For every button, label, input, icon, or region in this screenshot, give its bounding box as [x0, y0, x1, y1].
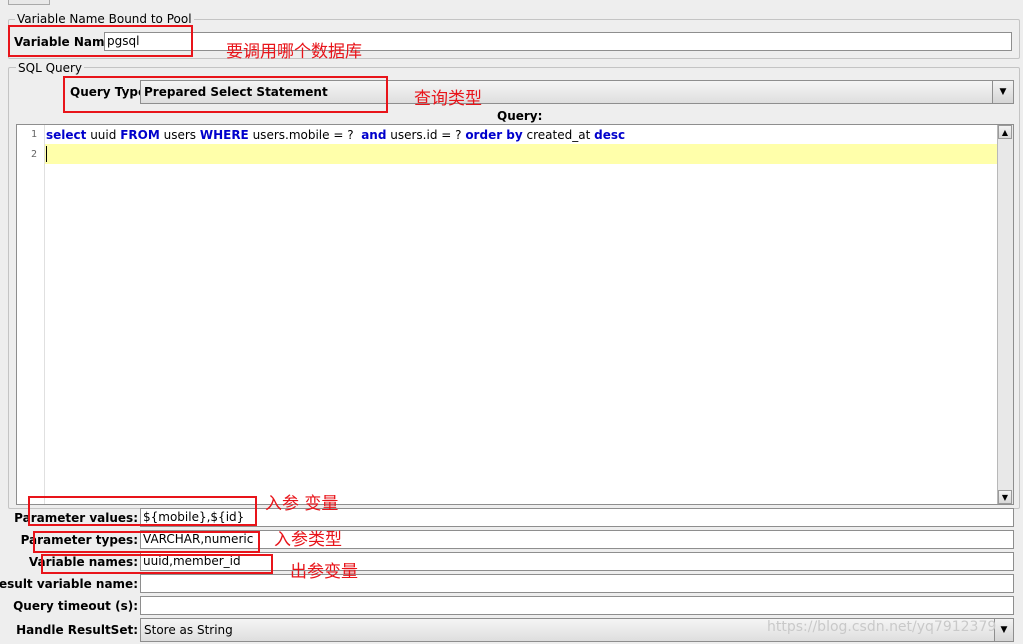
sql-keyword: order by: [465, 128, 523, 142]
sql-text: created_at: [522, 128, 595, 142]
watermark: https://blog.csdn.net/yq7912379: [767, 619, 997, 635]
sql-editor[interactable]: 1 2 select uuid FROM users WHERE users.m…: [16, 124, 1014, 505]
annotation-which-database: 要调用哪个数据库: [226, 42, 362, 62]
sql-keyword: desc: [594, 128, 626, 142]
code-line: select uuid FROM users WHERE users.mobil…: [45, 125, 997, 145]
sql-query-group-legend: SQL Query: [16, 61, 85, 75]
result-variable-name-label: Result variable name:: [0, 577, 138, 591]
top-tab-stub: [8, 0, 50, 5]
highlight-variable-names: [41, 554, 273, 574]
annotation-output-variables: 出参变量: [290, 562, 358, 582]
annotation-input-variables: 入参 变量: [265, 494, 339, 514]
highlight-query-type: [63, 76, 388, 113]
highlight-variable-name: [8, 25, 193, 57]
highlight-parameter-types: [33, 531, 260, 553]
line-number: 1: [30, 129, 37, 140]
sql-text: uuid: [86, 128, 121, 142]
annotation-query-type: 查询类型: [414, 89, 482, 109]
sql-keyword: WHERE: [199, 128, 249, 142]
sql-text: users: [159, 128, 200, 142]
query-timeout-label: Query timeout (s):: [13, 599, 138, 613]
handle-resultset-value: Store as String: [144, 623, 233, 637]
pool-group-legend: Variable Name Bound to Pool: [15, 12, 194, 26]
scroll-down-icon[interactable]: ▼: [998, 490, 1012, 504]
sql-text: users.id = ?: [386, 128, 466, 142]
parameter-types-input[interactable]: VARCHAR,numeric: [140, 530, 1014, 549]
sql-keyword: select: [46, 128, 87, 142]
line-number-gutter: 1 2: [17, 125, 45, 504]
scroll-up-icon[interactable]: ▲: [998, 125, 1012, 139]
chevron-down-icon[interactable]: ▼: [992, 81, 1013, 103]
highlight-parameter-values: [28, 496, 257, 526]
sql-keyword: FROM: [120, 128, 160, 142]
result-variable-name-input[interactable]: [140, 574, 1014, 593]
sql-keyword: and: [361, 128, 387, 142]
annotation-input-types: 入参类型: [274, 530, 342, 550]
handle-resultset-label: Handle ResultSet:: [16, 623, 138, 637]
current-line-highlight: [45, 144, 997, 164]
sql-text: users.mobile = ?: [248, 128, 362, 142]
text-caret: [46, 146, 47, 162]
query-timeout-input[interactable]: [140, 596, 1014, 615]
query-label: Query:: [497, 109, 543, 123]
line-number: 2: [30, 149, 37, 160]
vertical-scrollbar[interactable]: ▲ ▼: [997, 125, 1013, 504]
chevron-down-icon[interactable]: ▼: [994, 619, 1013, 641]
